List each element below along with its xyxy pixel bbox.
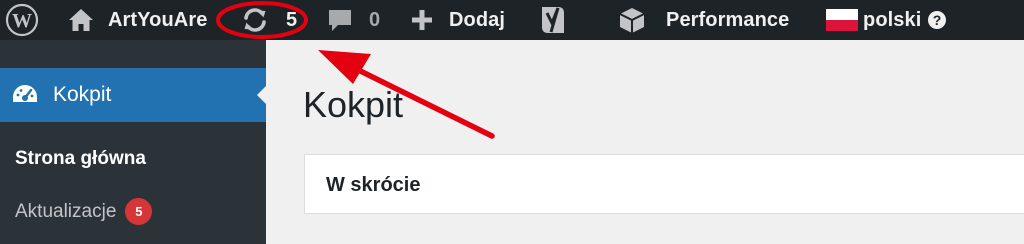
poland-flag-icon: [826, 9, 858, 31]
performance-label: Performance: [666, 8, 790, 31]
admin-bar: W ArtYouAre 5 0 Dodaj Performance polski…: [0, 0, 1024, 40]
home-icon: [68, 8, 94, 32]
new-content-menu[interactable]: Dodaj: [411, 0, 505, 40]
language-label: polski: [863, 8, 922, 31]
annotation-arrowhead: [318, 50, 371, 84]
svg-text:W: W: [12, 10, 32, 32]
admin-sidebar: Kokpit Strona główna Aktualizacje 5: [0, 40, 267, 244]
performance-menu[interactable]: Performance: [618, 0, 789, 40]
menu-item-dashboard[interactable]: Kokpit: [0, 68, 267, 122]
current-menu-arrow: [257, 85, 267, 105]
yoast-seo-menu[interactable]: [538, 0, 568, 40]
plus-icon: [411, 9, 433, 31]
menu-item-dashboard-label: Kokpit: [53, 83, 112, 106]
comment-bubble-icon: [328, 8, 352, 32]
new-label: Dodaj: [449, 8, 506, 31]
dashboard-submenu: Strona główna Aktualizacje 5: [0, 122, 266, 244]
dashboard-gauge-icon: [10, 82, 40, 108]
yoast-icon: [538, 4, 568, 36]
updates-count-badge: 5: [125, 198, 153, 225]
updates-count: 5: [286, 8, 298, 31]
widget-title[interactable]: W skrócie: [326, 174, 420, 197]
comments-count: 0: [369, 8, 381, 31]
svg-text:?: ?: [933, 12, 942, 28]
updates-menu[interactable]: 5: [240, 0, 297, 40]
submenu-item-updates[interactable]: Aktualizacje 5: [15, 198, 153, 225]
submenu-item-home[interactable]: Strona główna: [15, 148, 146, 170]
page-title: Kokpit: [303, 84, 404, 125]
refresh-icon: [240, 7, 270, 33]
help-icon[interactable]: ?: [927, 10, 947, 30]
wordpress-logo-icon[interactable]: W: [5, 0, 39, 40]
language-menu[interactable]: polski ?: [826, 0, 947, 40]
site-name-menu[interactable]: ArtYouAre: [68, 0, 207, 40]
cube-icon: [618, 6, 646, 34]
site-name: ArtYouAre: [108, 8, 208, 31]
at-a-glance-widget: W skrócie: [304, 154, 1024, 214]
submenu-item-updates-label: Aktualizacje: [15, 200, 117, 222]
comments-menu[interactable]: 0: [328, 0, 380, 40]
